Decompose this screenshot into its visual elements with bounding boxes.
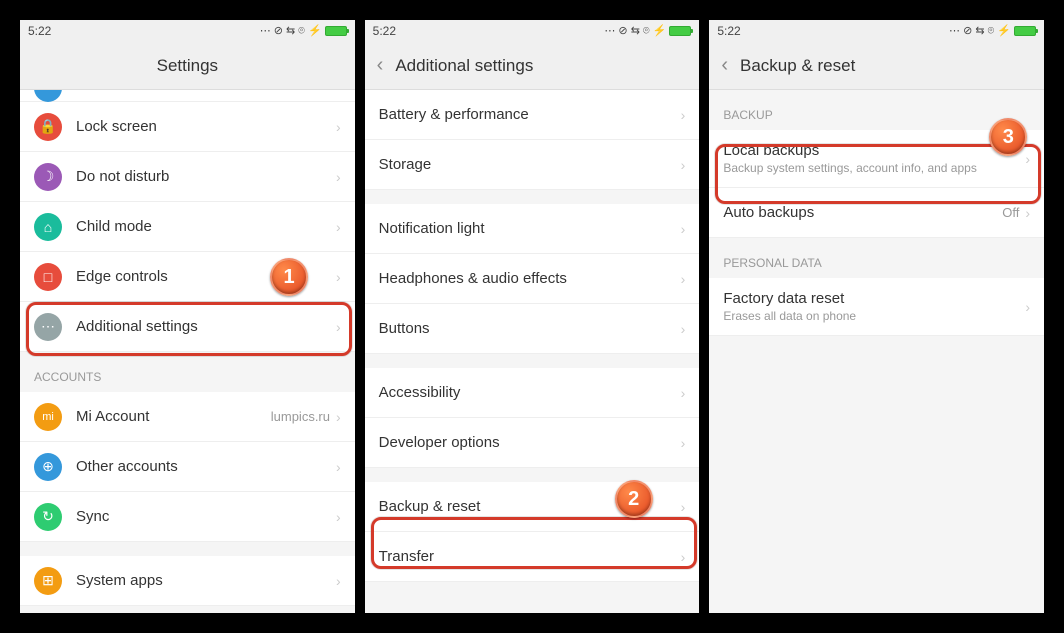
status-icons: ⋯ ⊘ ⇆ ⌾ ⚡ — [260, 24, 347, 38]
settings-list[interactable]: 🔒 Lock screen › ☽ Do not disturb › ⌂ Chi… — [20, 90, 355, 613]
list-item-factory-reset[interactable]: Factory data reset Erases all data on ph… — [709, 278, 1044, 336]
accounts-icon: ⊕ — [34, 453, 62, 481]
page-title: Additional settings — [395, 56, 533, 76]
apps-icon: ⊞ — [34, 567, 62, 595]
list-item-dnd[interactable]: ☽ Do not disturb › — [20, 152, 355, 202]
mi-account-value: lumpics.ru — [271, 409, 330, 424]
status-icons: ⋯ ⊘ ⇆ ⌾ ⚡ — [604, 24, 691, 38]
chevron-right-icon: › — [336, 509, 341, 525]
settings-icon — [34, 90, 62, 102]
list-item-auto-backups[interactable]: Auto backups Off › — [709, 188, 1044, 238]
status-bar: 5:22 ⋯ ⊘ ⇆ ⌾ ⚡ — [365, 20, 700, 42]
more-icon: ⋯ — [34, 313, 62, 341]
chevron-right-icon: › — [681, 271, 686, 287]
step-badge-2: 2 — [615, 480, 653, 518]
screen-settings: 5:22 ⋯ ⊘ ⇆ ⌾ ⚡ Settings 🔒 Lock screen › … — [20, 20, 355, 613]
status-icons: ⋯ ⊘ ⇆ ⌾ ⚡ — [949, 24, 1036, 38]
status-bar: 5:22 ⋯ ⊘ ⇆ ⌾ ⚡ — [709, 20, 1044, 42]
list-item-storage[interactable]: Storage › — [365, 140, 700, 190]
chevron-right-icon: › — [1025, 299, 1030, 315]
chevron-right-icon: › — [681, 385, 686, 401]
status-bar: 5:22 ⋯ ⊘ ⇆ ⌾ ⚡ — [20, 20, 355, 42]
backup-reset-list[interactable]: BACKUP Local backups Backup system setti… — [709, 90, 1044, 613]
chevron-right-icon: › — [681, 221, 686, 237]
status-time: 5:22 — [28, 24, 51, 38]
additional-settings-list[interactable]: Battery & performance › Storage › Notifi… — [365, 90, 700, 613]
titlebar: ‹ Additional settings — [365, 42, 700, 90]
chevron-right-icon: › — [336, 169, 341, 185]
chevron-right-icon: › — [336, 219, 341, 235]
list-item-lock-screen[interactable]: 🔒 Lock screen › — [20, 102, 355, 152]
lock-icon: 🔒 — [34, 113, 62, 141]
chevron-right-icon: › — [681, 549, 686, 565]
chevron-right-icon: › — [336, 319, 341, 335]
chevron-right-icon: › — [681, 157, 686, 173]
chevron-right-icon: › — [681, 435, 686, 451]
moon-icon: ☽ — [34, 163, 62, 191]
status-time: 5:22 — [717, 24, 740, 38]
chevron-right-icon: › — [1025, 151, 1030, 167]
list-item-accessibility[interactable]: Accessibility › — [365, 368, 700, 418]
page-title: Settings — [157, 56, 218, 76]
chevron-right-icon: › — [336, 573, 341, 589]
back-button[interactable]: ‹ — [377, 54, 384, 77]
list-item-notification-light[interactable]: Notification light › — [365, 204, 700, 254]
screen-additional-settings: 5:22 ⋯ ⊘ ⇆ ⌾ ⚡ ‹ Additional settings Bat… — [365, 20, 700, 613]
list-item-child-mode[interactable]: ⌂ Child mode › — [20, 202, 355, 252]
chevron-right-icon: › — [681, 499, 686, 515]
list-item-transfer[interactable]: Transfer › — [365, 532, 700, 582]
list-item-battery[interactable]: Battery & performance › — [365, 90, 700, 140]
chevron-right-icon: › — [681, 107, 686, 123]
list-item-sync[interactable]: ↻ Sync › — [20, 492, 355, 542]
section-personal-data: PERSONAL DATA — [709, 238, 1044, 278]
chevron-right-icon: › — [336, 269, 341, 285]
step-badge-1: 1 — [270, 258, 308, 296]
chevron-right-icon: › — [336, 119, 341, 135]
list-item-system-apps[interactable]: ⊞ System apps › — [20, 556, 355, 606]
battery-icon — [325, 26, 347, 36]
list-item-buttons[interactable]: Buttons › — [365, 304, 700, 354]
chevron-right-icon: › — [1025, 205, 1030, 221]
battery-icon — [669, 26, 691, 36]
child-icon: ⌂ — [34, 213, 62, 241]
sync-icon: ↻ — [34, 503, 62, 531]
list-item-other-accounts[interactable]: ⊕ Other accounts › — [20, 442, 355, 492]
back-button[interactable]: ‹ — [721, 54, 728, 77]
mi-icon: mi — [34, 403, 62, 431]
chevron-right-icon: › — [681, 321, 686, 337]
list-item-developer[interactable]: Developer options › — [365, 418, 700, 468]
chevron-right-icon: › — [336, 459, 341, 475]
auto-backups-value: Off — [1002, 205, 1019, 220]
battery-icon — [1014, 26, 1036, 36]
list-item-mi-account[interactable]: mi Mi Account lumpics.ru › — [20, 392, 355, 442]
chevron-right-icon: › — [336, 409, 341, 425]
list-item-headphones[interactable]: Headphones & audio effects › — [365, 254, 700, 304]
edge-icon: □ — [34, 263, 62, 291]
status-time: 5:22 — [373, 24, 396, 38]
page-title: Backup & reset — [740, 56, 855, 76]
section-accounts: ACCOUNTS — [20, 352, 355, 392]
list-item-additional-settings[interactable]: ⋯ Additional settings › — [20, 302, 355, 352]
list-item-partial[interactable] — [20, 90, 355, 102]
titlebar: ‹ Backup & reset — [709, 42, 1044, 90]
screen-backup-reset: 5:22 ⋯ ⊘ ⇆ ⌾ ⚡ ‹ Backup & reset BACKUP L… — [709, 20, 1044, 613]
titlebar: Settings — [20, 42, 355, 90]
